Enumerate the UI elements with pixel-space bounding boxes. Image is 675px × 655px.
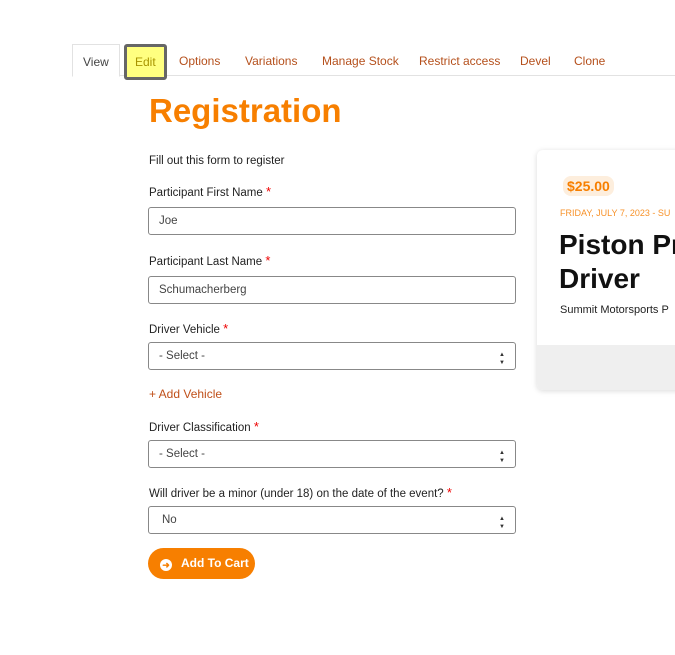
required-mark: * [265,253,271,268]
button-label: Add To Cart [181,556,249,570]
tab-edit[interactable]: Edit [124,44,167,80]
select-arrows-icon: ▲ ▼ [499,450,505,464]
label-text: Participant Last Name [149,256,263,268]
classification-select[interactable]: - Select - ▲ ▼ [148,440,516,468]
tab-view[interactable]: View [72,44,120,77]
label-text: Driver Vehicle [149,324,220,336]
tab-restrict-access[interactable]: Restrict access [419,44,500,76]
add-to-cart-button[interactable]: ➜ Add To Cart [148,548,255,579]
event-card: $25.00 FRIDAY, JULY 7, 2023 - SU Piston … [537,150,675,390]
event-venue: Summit Motorsports P [560,304,669,316]
add-vehicle-link[interactable]: + Add Vehicle [149,387,222,401]
label-text: Driver Classification [149,422,251,434]
first-name-input[interactable]: Joe [148,207,516,235]
label-text: Participant First Name [149,187,263,199]
first-name-label: Participant First Name * [149,184,271,199]
card-footer [537,345,675,390]
last-name-label: Participant Last Name * [149,253,270,268]
label-text: Will driver be a minor (under 18) on the… [149,488,444,500]
event-title: Piston Pr Driver [559,228,675,296]
required-mark: * [265,184,272,199]
minor-select[interactable]: No ▲ ▼ [148,506,516,534]
select-value: No [162,514,177,526]
required-mark: * [223,321,229,336]
select-value: - Select - [159,350,206,362]
vehicle-select[interactable]: - Select - ▲ ▼ [148,342,516,370]
tab-options[interactable]: Options [179,44,220,76]
required-mark: * [253,419,259,434]
event-date: FRIDAY, JULY 7, 2023 - SU [560,208,671,218]
price-badge: $25.00 [563,176,614,196]
tab-clone[interactable]: Clone [574,44,605,76]
tab-variations[interactable]: Variations [245,44,297,76]
select-value: - Select - [159,448,206,460]
tab-devel[interactable]: Devel [520,44,551,76]
select-arrows-icon: ▲ ▼ [499,516,505,530]
page-title: Registration [149,92,342,129]
minor-label: Will driver be a minor (under 18) on the… [149,485,452,500]
tab-manage-stock[interactable]: Manage Stock [322,44,399,76]
title-line: Piston Pr [559,229,675,260]
arrow-circle-right-icon: ➜ [160,559,172,571]
select-arrows-icon: ▲ ▼ [499,352,505,366]
form-intro: Fill out this form to register [149,155,285,167]
title-line: Driver [559,263,640,294]
classification-label: Driver Classification * [149,419,259,434]
tab-bar: View Edit Options Variations Manage Stoc… [72,44,675,80]
last-name-input[interactable]: Schumacherberg [148,276,516,304]
vehicle-label: Driver Vehicle * [149,321,228,336]
required-mark: * [446,485,452,500]
